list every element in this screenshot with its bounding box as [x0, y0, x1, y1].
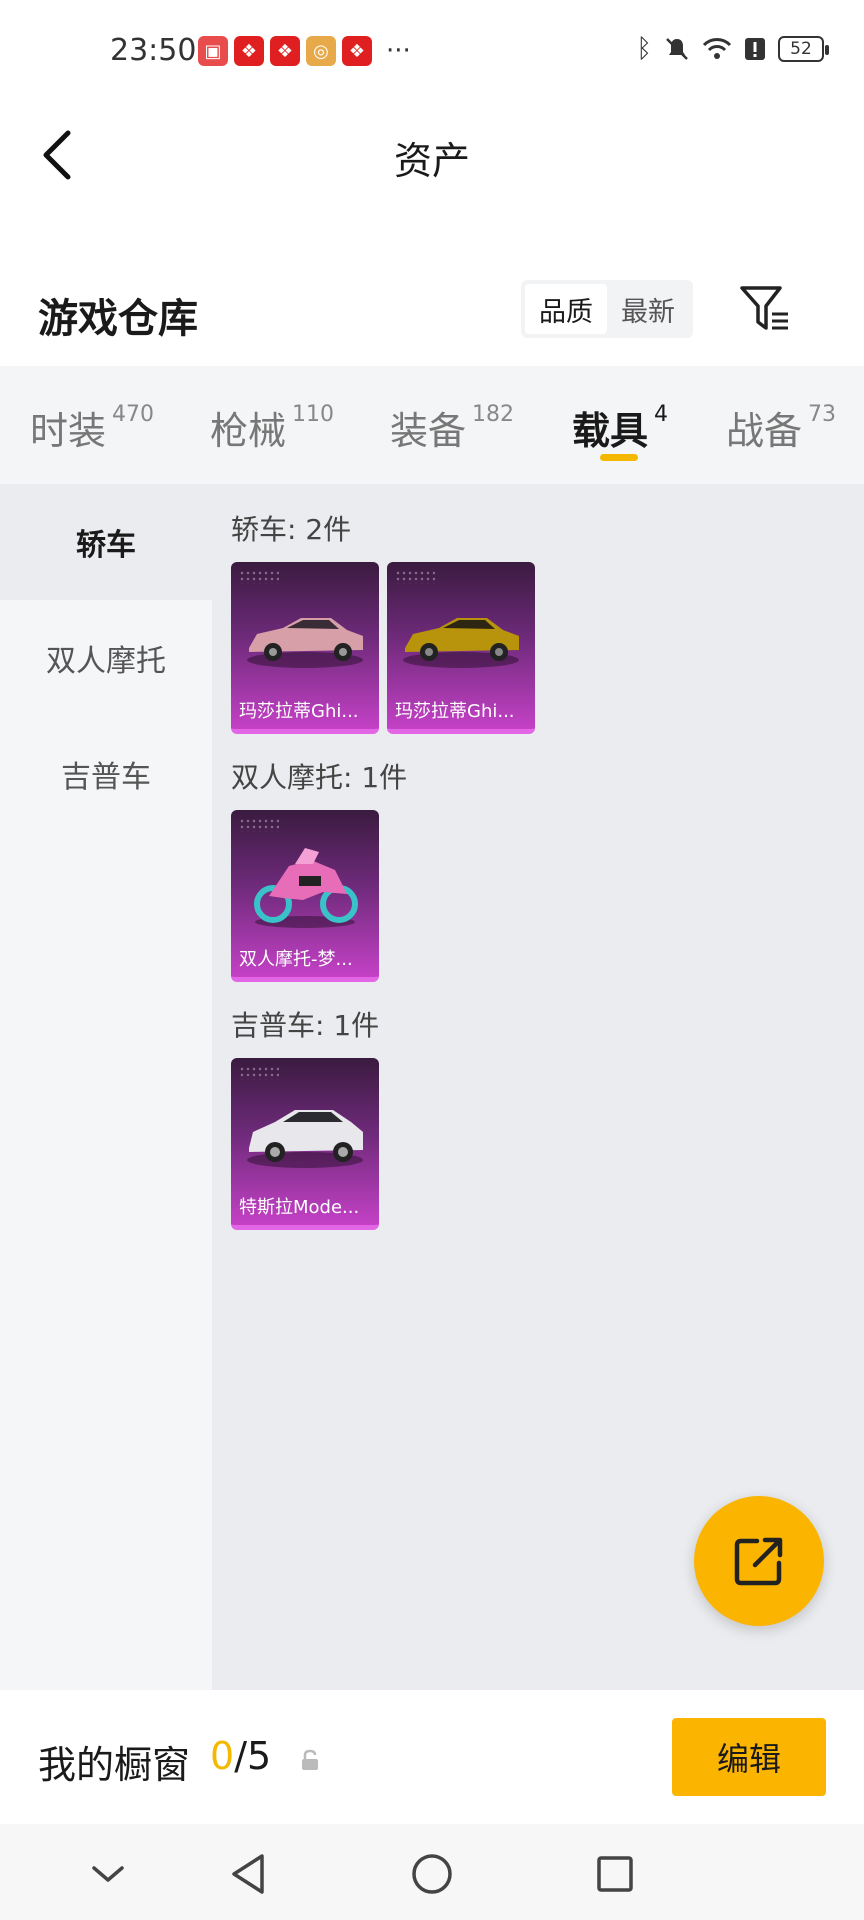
alert-icon — [745, 38, 765, 60]
nav-recents-button[interactable] — [587, 1846, 643, 1902]
app-notification-icon: ❖ — [342, 36, 372, 66]
section-title-sedan: 轿车: 2件 — [231, 513, 352, 546]
nav-back-button[interactable] — [220, 1846, 276, 1902]
warehouse-title: 游戏仓库 — [38, 296, 198, 342]
share-icon — [734, 1537, 783, 1586]
vehicle-card[interactable]: 双人摩托-梦... — [231, 810, 379, 982]
more-notifications-icon: ··· — [386, 36, 411, 66]
sidebar-item-sedan[interactable]: 轿车 — [0, 484, 212, 600]
showcase-max: 5 — [247, 1734, 272, 1778]
sedan-image — [247, 618, 363, 668]
tab-vehicles[interactable]: 载具 4 — [572, 400, 668, 455]
tab-count: 4 — [654, 402, 669, 427]
vehicle-card-label: 玛莎拉蒂Ghi... — [239, 701, 359, 722]
vehicle-card[interactable]: 玛莎拉蒂Ghi... — [387, 562, 535, 734]
showcase-separator: / — [234, 1734, 247, 1778]
tab-count: 470 — [112, 402, 155, 427]
tab-count: 182 — [472, 402, 515, 427]
sort-quality-option[interactable]: 品质 — [525, 284, 607, 334]
mute-icon — [666, 38, 688, 60]
target-app-icon: ◎ — [306, 36, 336, 66]
back-triangle-icon — [232, 1854, 264, 1894]
vehicle-card-label: 双人摩托-梦... — [239, 949, 353, 970]
vehicle-card-label: 玛莎拉蒂Ghi... — [395, 701, 515, 722]
motorcycle-image — [254, 848, 358, 928]
vehicle-card[interactable]: 玛莎拉蒂Ghi... — [231, 562, 379, 734]
filter-icon — [740, 286, 788, 330]
vehicle-card-label: 特斯拉Mode... — [239, 1197, 360, 1218]
system-icons: ᛒ 52 — [636, 34, 829, 64]
showcase-count: 0/5 — [210, 1734, 271, 1778]
tab-war-prep[interactable]: 战备 73 — [726, 400, 836, 455]
tab-firearms[interactable]: 枪械 110 — [210, 400, 334, 455]
tab-fashion[interactable]: 时装 470 — [30, 400, 154, 455]
tab-count: 110 — [292, 402, 335, 427]
tab-label: 装备 — [390, 409, 467, 453]
chevron-down-icon — [92, 1866, 124, 1882]
battery-indicator: 52 — [778, 36, 829, 62]
system-nav-bar — [0, 1824, 864, 1920]
section-title-motorcycle: 双人摩托: 1件 — [231, 761, 408, 794]
edit-button[interactable]: 编辑 — [672, 1718, 826, 1796]
suv-image — [247, 1110, 363, 1168]
status-time: 23:50 — [110, 33, 197, 68]
sidebar-item-jeep[interactable]: 吉普车 — [0, 716, 212, 832]
sedan-image — [403, 618, 519, 668]
share-button[interactable] — [694, 1496, 824, 1626]
category-tabs: 时装 470 枪械 110 装备 182 载具 4 战备 73 — [0, 366, 864, 484]
lock-icon — [302, 1749, 318, 1770]
filter-button[interactable] — [738, 284, 792, 334]
active-tab-indicator — [600, 454, 638, 461]
notification-icons: ▣ ❖ ❖ ◎ ❖ ··· — [198, 36, 411, 66]
sidebar-item-motorcycle[interactable]: 双人摩托 — [0, 600, 212, 716]
showcase-current: 0 — [210, 1734, 235, 1778]
sort-toggle: 品质 最新 — [521, 280, 693, 338]
wifi-icon — [702, 38, 732, 59]
nav-home-button[interactable] — [404, 1846, 460, 1902]
vehicle-card[interactable]: 特斯拉Mode... — [231, 1058, 379, 1230]
app-notification-icon: ❖ — [270, 36, 300, 66]
sort-newest-option[interactable]: 最新 — [607, 284, 689, 334]
subcategory-sidebar: 轿车 双人摩托 吉普车 — [0, 484, 212, 1690]
page-title: 资产 — [393, 139, 470, 183]
nav-collapse-button[interactable] — [80, 1846, 136, 1902]
tab-label: 战备 — [726, 409, 803, 453]
bluetooth-icon: ᛒ — [636, 34, 652, 64]
app-notification-icon: ❖ — [234, 36, 264, 66]
tab-label: 枪械 — [210, 409, 287, 453]
huawei-store-icon: ▣ — [198, 36, 228, 66]
tab-count: 73 — [808, 402, 837, 427]
tab-equipment[interactable]: 装备 182 — [390, 400, 514, 455]
showcase-title: 我的橱窗 — [38, 1743, 191, 1787]
section-title-jeep: 吉普车: 1件 — [231, 1009, 380, 1042]
status-bar: 23:50 ▣ ❖ ❖ ◎ ❖ ··· ᛒ 52 — [0, 0, 864, 100]
recents-square-icon — [597, 1856, 633, 1892]
home-circle-icon — [412, 1854, 452, 1894]
tab-label: 时装 — [30, 409, 107, 453]
tab-label: 载具 — [572, 409, 649, 453]
